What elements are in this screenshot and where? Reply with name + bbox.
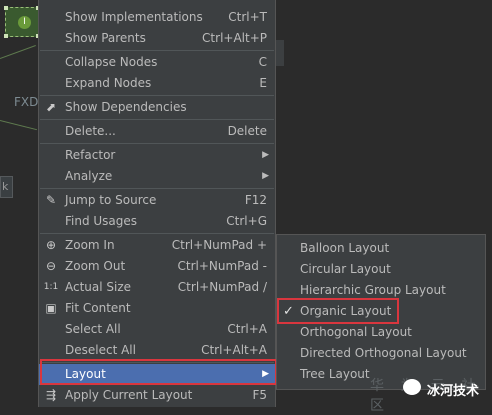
menu-item-refactor[interactable]: Refactor ▶ bbox=[39, 145, 275, 166]
menu-item-fit-content[interactable]: ▣ Fit Content bbox=[39, 298, 275, 319]
menu-item-actual-size[interactable]: 1:1 Actual Size Ctrl+NumPad / bbox=[39, 277, 275, 298]
watermark-brand: 冰河技术 bbox=[427, 384, 480, 399]
chevron-right-icon: ▶ bbox=[262, 369, 269, 379]
node-label-box: k bbox=[0, 176, 13, 198]
context-menu: Show Implementations Ctrl+T Show Parents Ct… bbox=[38, 0, 276, 407]
menu-item-shortcut: Delete bbox=[227, 124, 267, 138]
menu-item-delete[interactable]: Delete... Delete bbox=[39, 121, 275, 142]
menu-item-apply-current-layout[interactable]: ⇶ Apply Current Layout F5 bbox=[39, 385, 275, 406]
resize-handle[interactable] bbox=[4, 34, 8, 38]
menu-item-shortcut: Ctrl+T bbox=[228, 10, 267, 24]
chevron-right-icon: ▶ bbox=[262, 150, 269, 160]
menu-item-shortcut: Ctrl+NumPad + bbox=[171, 238, 267, 252]
pencil-icon: ✎ bbox=[45, 193, 57, 207]
menu-item-label: Fit Content bbox=[65, 301, 131, 315]
apply-layout-icon: ⇶ bbox=[45, 388, 57, 402]
wechat-icon bbox=[403, 379, 421, 395]
submenu-item-label: Tree Layout bbox=[300, 367, 370, 381]
menu-item-label: Layout bbox=[65, 367, 106, 381]
submenu-item-label: Orthogonal Layout bbox=[300, 325, 412, 339]
menu-item-label: Jump to Source bbox=[65, 193, 157, 207]
layout-submenu: Balloon Layout Circular Layout Hierarchic … bbox=[276, 234, 486, 390]
submenu-item-orthogonal-layout[interactable]: Orthogonal Layout bbox=[277, 322, 485, 343]
menu-item-label: Zoom Out bbox=[65, 259, 126, 273]
menu-item-shortcut: Ctrl+G bbox=[226, 214, 267, 228]
menu-separator bbox=[40, 362, 274, 363]
menu-item-label: Show Implementations bbox=[65, 10, 203, 24]
zoom-out-icon: ⊖ bbox=[45, 259, 57, 273]
menu-item-shortcut: F12 bbox=[244, 193, 267, 207]
submenu-item-balloon-layout[interactable]: Balloon Layout bbox=[277, 238, 485, 259]
menu-item-zoom-out[interactable]: ⊖ Zoom Out Ctrl+NumPad - bbox=[39, 256, 275, 277]
node-label: k bbox=[2, 180, 9, 193]
menu-separator bbox=[40, 233, 274, 234]
submenu-item-label: Circular Layout bbox=[300, 262, 391, 276]
graph-node[interactable]: I bbox=[4, 6, 40, 38]
menu-item-jump-to-source[interactable]: ✎ Jump to Source F12 bbox=[39, 190, 275, 211]
menu-item-label: Expand Nodes bbox=[65, 76, 152, 90]
menu-item-collapse-nodes[interactable]: Collapse Nodes C bbox=[39, 52, 275, 73]
menu-item-label: Zoom In bbox=[65, 238, 115, 252]
checkmark-icon: ✓ bbox=[283, 304, 294, 319]
menu-item-label: Apply Current Layout bbox=[65, 388, 193, 402]
submenu-item-label: Hierarchic Group Layout bbox=[300, 283, 446, 297]
menu-item-shortcut: Ctrl+A bbox=[227, 322, 267, 336]
watermark: 冰河技术 bbox=[395, 375, 489, 403]
menu-item-show-implementations[interactable]: Show Implementations Ctrl+T bbox=[39, 7, 275, 28]
background-panel bbox=[276, 40, 284, 66]
menu-item-shortcut: C bbox=[258, 55, 267, 69]
submenu-item-label: Balloon Layout bbox=[300, 241, 390, 255]
menu-separator bbox=[40, 50, 274, 51]
submenu-item-circular-layout[interactable]: Circular Layout bbox=[277, 259, 485, 280]
submenu-item-label: Organic Layout bbox=[300, 304, 392, 318]
menu-item-label: Select All bbox=[65, 322, 121, 336]
menu-item-shortcut: Ctrl+NumPad / bbox=[177, 280, 267, 294]
menu-item-show-dependencies[interactable]: ⬈ Show Dependencies bbox=[39, 97, 275, 118]
submenu-item-label: Directed Orthogonal Layout bbox=[300, 346, 467, 360]
menu-item-shortcut: F5 bbox=[252, 388, 267, 402]
menu-item-label: Collapse Nodes bbox=[65, 55, 158, 69]
submenu-item-organic-layout[interactable]: ✓ Organic Layout bbox=[277, 301, 485, 322]
menu-item-select-all[interactable]: Select All Ctrl+A bbox=[39, 319, 275, 340]
menu-item-find-usages[interactable]: Find Usages Ctrl+G bbox=[39, 211, 275, 232]
zoom-in-icon: ⊕ bbox=[45, 238, 57, 252]
actual-size-icon: 1:1 bbox=[43, 282, 59, 292]
menu-item-label: Analyze bbox=[65, 169, 113, 183]
menu-item-zoom-in[interactable]: ⊕ Zoom In Ctrl+NumPad + bbox=[39, 235, 275, 256]
dependencies-icon: ⬈ bbox=[45, 100, 57, 114]
menu-item-show-parents[interactable]: Show Parents Ctrl+Alt+P bbox=[39, 28, 275, 49]
menu-item-label: Deselect All bbox=[65, 343, 136, 357]
menu-item-shortcut: Ctrl+Alt+A bbox=[201, 343, 267, 357]
menu-item-deselect-all[interactable]: Deselect All Ctrl+Alt+A bbox=[39, 340, 275, 361]
menu-separator bbox=[40, 119, 274, 120]
menu-item-label: Delete... bbox=[65, 124, 116, 138]
menu-item-shortcut: Ctrl+NumPad - bbox=[177, 259, 268, 273]
menu-item-shortcut: E bbox=[259, 76, 267, 90]
menu-item-label: Find Usages bbox=[65, 214, 138, 228]
menu-item-layout[interactable]: Layout ▶ bbox=[39, 364, 275, 385]
menu-item-expand-nodes[interactable]: Expand Nodes E bbox=[39, 73, 275, 94]
fit-content-icon: ▣ bbox=[45, 301, 57, 315]
resize-handle[interactable] bbox=[4, 6, 8, 10]
menu-item-label: Actual Size bbox=[65, 280, 132, 294]
menu-separator bbox=[40, 95, 274, 96]
menu-item-label: Show Dependencies bbox=[65, 100, 187, 114]
menu-item-label: Refactor bbox=[65, 148, 116, 162]
chevron-right-icon: ▶ bbox=[262, 171, 269, 181]
menu-separator bbox=[40, 188, 274, 189]
submenu-item-directed-orthogonal-layout[interactable]: Directed Orthogonal Layout bbox=[277, 343, 485, 364]
menu-item-label: Show Parents bbox=[65, 31, 146, 45]
submenu-item-hierarchic-group-layout[interactable]: Hierarchic Group Layout bbox=[277, 280, 485, 301]
interface-icon: I bbox=[18, 16, 31, 29]
menu-item-analyze[interactable]: Analyze ▶ bbox=[39, 166, 275, 187]
menu-item-shortcut: Ctrl+Alt+P bbox=[202, 31, 267, 45]
menu-separator bbox=[40, 143, 274, 144]
